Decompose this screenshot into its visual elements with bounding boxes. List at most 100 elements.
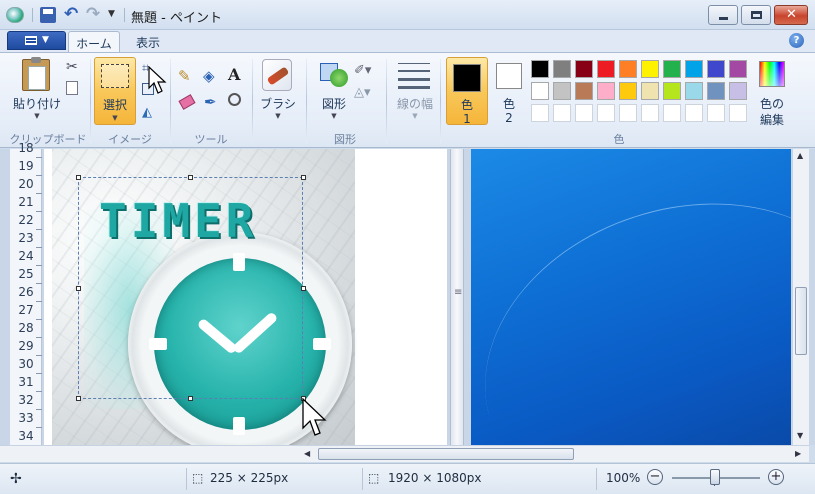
palette-swatch[interactable] <box>553 104 571 122</box>
rotate-icon[interactable]: ◭ <box>142 105 160 123</box>
redo-icon[interactable]: ↷ <box>86 4 100 24</box>
palette-swatch[interactable] <box>707 104 725 122</box>
resize-handle[interactable] <box>188 175 193 180</box>
zoom-slider-thumb[interactable] <box>710 469 720 485</box>
ruler-tick <box>36 427 42 428</box>
chevron-down-icon: ▼ <box>412 112 418 120</box>
group-label-shapes: 図形 <box>334 133 356 146</box>
save-icon[interactable] <box>40 7 56 23</box>
line-sample <box>398 78 430 81</box>
shapes-button[interactable]: 図形 ▼ <box>312 95 356 120</box>
palette-swatch[interactable] <box>575 104 593 122</box>
cut-icon[interactable]: ✂ <box>66 59 84 77</box>
line-width-icon[interactable] <box>398 61 430 89</box>
color2-label: 色 <box>502 97 515 111</box>
scroll-right-icon[interactable]: ▶ <box>795 449 801 458</box>
palette-swatch[interactable] <box>531 82 549 100</box>
color-spectrum-icon <box>759 61 785 87</box>
shape-fill-icon[interactable]: ◬▾ <box>354 85 372 103</box>
palette-swatch[interactable] <box>685 82 703 100</box>
close-button[interactable]: ✕ <box>774 5 808 25</box>
palette-swatch[interactable] <box>619 104 637 122</box>
title-bar: ↶ ↷ ▼ 無題 - ペイント ✕ <box>0 0 815 30</box>
palette-swatch[interactable] <box>729 104 747 122</box>
scroll-left-icon[interactable]: ◀ <box>304 449 310 458</box>
palette-swatch[interactable] <box>641 104 659 122</box>
minimize-button[interactable] <box>708 5 738 25</box>
scroll-down-icon[interactable]: ▼ <box>797 431 803 440</box>
scroll-up-icon[interactable]: ▲ <box>797 151 803 160</box>
brush-icon[interactable] <box>262 59 292 91</box>
palette-swatch[interactable] <box>641 60 659 78</box>
palette-swatch[interactable] <box>531 60 549 78</box>
color-picker-icon[interactable]: ✒ <box>204 93 224 113</box>
paste-icon[interactable] <box>22 57 50 91</box>
palette-swatch[interactable] <box>641 82 659 100</box>
selection-size-icon: ⬚ <box>192 471 204 485</box>
palette-swatch[interactable] <box>729 82 747 100</box>
canvas-resize-splitter[interactable]: ≡ <box>450 149 464 445</box>
tab-view[interactable]: 表示 <box>126 31 170 53</box>
palette-swatch[interactable] <box>707 60 725 78</box>
palette-swatch[interactable] <box>575 60 593 78</box>
brushes-button[interactable]: ブラシ ▼ <box>256 95 300 120</box>
divider <box>186 468 187 490</box>
text-tool-icon[interactable]: A <box>228 65 248 85</box>
resize-handle[interactable] <box>76 175 81 180</box>
ruler-label: 18 <box>18 141 34 155</box>
select-button[interactable]: 選択 ▼ <box>94 57 136 125</box>
ruler-tick <box>36 157 42 158</box>
color2-number: 2 <box>505 111 513 125</box>
resize-handle[interactable] <box>76 396 81 401</box>
palette-swatch[interactable] <box>553 60 571 78</box>
magnifier-icon[interactable] <box>228 93 241 106</box>
vertical-scrollbar[interactable]: ▲ ▼ <box>792 149 809 445</box>
scroll-thumb[interactable] <box>795 287 807 355</box>
copy-icon[interactable] <box>66 81 78 95</box>
horizontal-scrollbar[interactable]: ◀ ▶ <box>0 445 809 462</box>
chevron-down-icon: ▼ <box>275 112 281 120</box>
maximize-button[interactable] <box>741 5 771 25</box>
palette-swatch[interactable] <box>597 60 615 78</box>
palette-swatch[interactable] <box>553 82 571 100</box>
paste-button[interactable]: 貼り付け ▼ <box>12 95 62 120</box>
help-icon[interactable]: ? <box>789 33 804 48</box>
undo-icon[interactable]: ↶ <box>64 4 78 24</box>
palette-swatch[interactable] <box>685 60 703 78</box>
pencil-icon[interactable]: ✎ <box>178 67 198 87</box>
zoom-in-button[interactable]: + <box>768 469 784 485</box>
shapes-icon[interactable] <box>318 59 348 91</box>
color1-number: 1 <box>463 112 471 126</box>
shape-outline-icon[interactable]: ✐▾ <box>354 63 372 81</box>
quick-access-dropdown-icon[interactable]: ▼ <box>108 9 115 19</box>
palette-swatch[interactable] <box>575 82 593 100</box>
eraser-icon[interactable] <box>178 94 196 110</box>
line-width-button[interactable]: 線の幅 ▼ <box>390 95 440 120</box>
palette-swatch[interactable] <box>619 60 637 78</box>
palette-swatch[interactable] <box>663 104 681 122</box>
resize-handle[interactable] <box>301 286 306 291</box>
palette-swatch[interactable] <box>531 104 549 122</box>
zoom-out-button[interactable]: − <box>647 469 663 485</box>
palette-swatch[interactable] <box>707 82 725 100</box>
palette-swatch[interactable] <box>663 60 681 78</box>
color2-button[interactable]: 色 2 <box>494 57 524 125</box>
resize-handle[interactable] <box>188 396 193 401</box>
ruler-label: 25 <box>18 267 34 281</box>
file-menu-button[interactable]: ▼ <box>7 31 66 50</box>
paint-app-icon[interactable] <box>6 7 24 23</box>
palette-swatch[interactable] <box>619 82 637 100</box>
palette-swatch[interactable] <box>729 60 747 78</box>
resize-handle[interactable] <box>301 175 306 180</box>
fill-bucket-icon[interactable]: ◈ <box>203 67 223 87</box>
selection-size: 225 × 225px <box>210 471 289 485</box>
palette-swatch[interactable] <box>597 104 615 122</box>
tab-home[interactable]: ホーム <box>68 31 120 53</box>
scroll-thumb[interactable] <box>318 448 574 460</box>
resize-handle[interactable] <box>76 286 81 291</box>
color1-button[interactable]: 色 1 <box>446 57 488 126</box>
palette-swatch[interactable] <box>597 82 615 100</box>
selection-rectangle[interactable] <box>78 177 303 399</box>
palette-swatch[interactable] <box>663 82 681 100</box>
palette-swatch[interactable] <box>685 104 703 122</box>
